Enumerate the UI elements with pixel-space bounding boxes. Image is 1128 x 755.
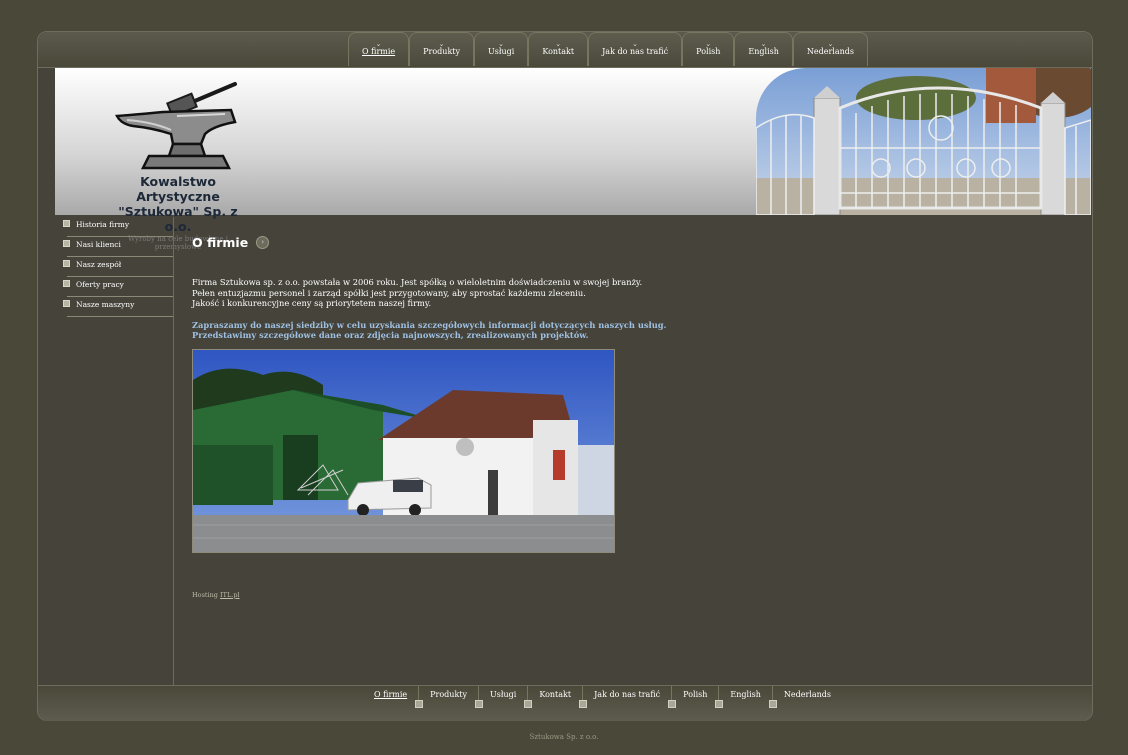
top-nav-nederlands[interactable]: ⌄ Nederlands <box>792 32 869 66</box>
chevron-down-icon: ⌄ <box>705 40 712 48</box>
hosting-link[interactable]: ITL.pl <box>220 591 240 599</box>
top-nav-uslugi[interactable]: ⌄ Usługi <box>474 32 529 66</box>
sidebar-item-nasi-klienci[interactable]: Nasi klienci <box>63 237 173 257</box>
bottom-nav-produkty[interactable]: Produkty <box>419 686 478 707</box>
top-navigation-bar: ⌄ O firmie ⌄ Produkty ⌄ Usługi ⌄ Kontakt ⌄ Ja… <box>38 32 1092 68</box>
chevron-down-icon: ⌄ <box>498 40 505 48</box>
hosting-credit: Hosting ITL.pl <box>192 590 240 599</box>
chevron-down-icon: ⌄ <box>555 40 562 48</box>
page-title-row: O firmie › <box>192 232 792 252</box>
sidebar-item-nasz-zespol[interactable]: Nasz zespół <box>63 257 173 277</box>
page-frame: ⌄ O firmie ⌄ Produkty ⌄ Usługi ⌄ Kontakt ⌄ Ja… <box>37 31 1093 721</box>
chevron-down-icon: ⌄ <box>632 40 638 48</box>
bottom-nav-kontakt[interactable]: Kontakt <box>528 686 582 707</box>
main-content: O firmie › Firma Sztukowa sp. z o.o. pow… <box>192 232 792 599</box>
chevron-down-icon: ⌄ <box>438 40 445 48</box>
sidebar-item-oferty-pracy[interactable]: Oferty pracy <box>63 277 173 297</box>
chevron-right-icon: › <box>256 235 270 249</box>
sidebar-item-nasze-maszyny[interactable]: Nasze maszyny <box>63 297 173 317</box>
top-nav: ⌄ O firmie ⌄ Produkty ⌄ Usługi ⌄ Kontakt ⌄ Ja… <box>348 32 869 67</box>
bottom-nav-uslugi[interactable]: Usługi <box>479 686 527 707</box>
top-nav-o-firmie[interactable]: ⌄ O firmie <box>348 32 410 66</box>
bullet-icon <box>63 280 70 287</box>
chevron-down-icon: ⌄ <box>760 40 767 48</box>
invitation-text: Zapraszamy do naszej siedziby w celu uzy… <box>192 319 667 341</box>
intro-text: Firma Sztukowa sp. z o.o. powstała w 200… <box>192 277 643 308</box>
bottom-nav-o-firmie[interactable]: O firmie <box>363 686 418 707</box>
top-nav-polish[interactable]: ⌄ Polish <box>682 32 735 66</box>
bottom-navigation-bar: O firmie Produkty Usługi Kontakt Jak do … <box>38 685 1092 721</box>
chevron-down-icon: ⌄ <box>375 40 382 48</box>
company-building-photo <box>192 348 615 553</box>
bullet-icon <box>63 220 70 227</box>
anvil-hammer-icon <box>115 82 237 170</box>
page-title: O firmie <box>192 234 249 250</box>
top-nav-english[interactable]: ⌄ English <box>734 32 793 66</box>
footer-copyright: Sztukowa Sp. z o.o. <box>529 733 599 741</box>
bottom-nav-polish[interactable]: Polish <box>672 686 718 707</box>
chevron-down-icon: ⌄ <box>827 40 834 48</box>
bullet-icon <box>63 300 70 307</box>
top-nav-jak-do-nas-trafic[interactable]: ⌄ Jak do nas trafić <box>588 32 683 66</box>
bottom-nav-nederlands[interactable]: Nederlands <box>773 686 842 707</box>
sidebar-item-historia-firmy[interactable]: Historia firmy <box>63 217 173 237</box>
bottom-nav-jak-do-nas-trafic[interactable]: Jak do nas trafić <box>583 686 671 707</box>
header-banner: Kowalstwo Artystyczne "Sztukowa" Sp. z o… <box>55 68 1091 251</box>
top-nav-produkty[interactable]: ⌄ Produkty <box>409 32 475 66</box>
bullet-icon <box>63 240 70 247</box>
sidebar: Historia firmy Nasi klienci Nasz zespół … <box>38 217 174 685</box>
top-nav-kontakt[interactable]: ⌄ Kontakt <box>528 32 589 66</box>
bullet-icon <box>63 260 70 267</box>
gate-photo <box>756 68 1091 215</box>
bottom-nav: O firmie Produkty Usługi Kontakt Jak do … <box>363 686 842 708</box>
bottom-nav-english[interactable]: English <box>719 686 772 707</box>
